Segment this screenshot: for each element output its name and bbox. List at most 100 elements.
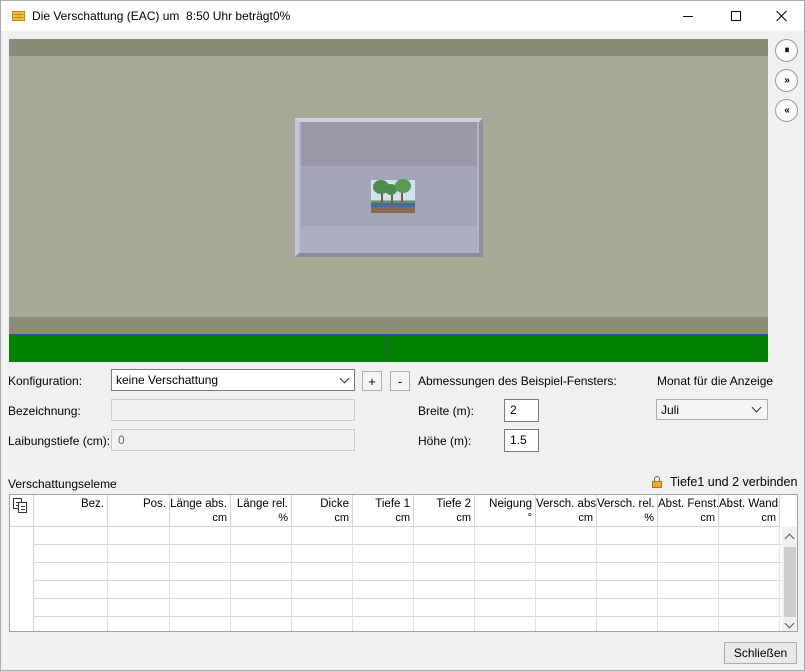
table-cell[interactable] xyxy=(597,617,658,631)
table-row[interactable] xyxy=(34,527,782,545)
scroll-thumb[interactable] xyxy=(784,547,796,617)
maximize-button[interactable] xyxy=(713,1,759,31)
table-cell[interactable] xyxy=(719,617,780,631)
table-row[interactable] xyxy=(34,599,782,617)
table-cell[interactable] xyxy=(475,599,536,617)
table-cell[interactable] xyxy=(414,545,475,563)
table-cell[interactable] xyxy=(108,563,170,581)
table-cell[interactable] xyxy=(170,545,231,563)
table-cell[interactable] xyxy=(34,599,108,617)
table-cell[interactable] xyxy=(353,599,414,617)
table-cell[interactable] xyxy=(108,527,170,545)
table-cell[interactable] xyxy=(597,545,658,563)
close-button[interactable]: Schließen xyxy=(724,642,797,664)
table-cell[interactable] xyxy=(353,545,414,563)
table-cell[interactable] xyxy=(719,545,780,563)
konfiguration-select[interactable]: keine Verschattung xyxy=(111,369,355,391)
copy-icon[interactable] xyxy=(13,498,29,514)
table-cell[interactable] xyxy=(414,581,475,599)
vertical-scrollbar[interactable] xyxy=(782,527,797,631)
fast-forward-button[interactable]: » xyxy=(775,69,798,92)
bezeichnung-field[interactable] xyxy=(111,399,355,421)
table-cell[interactable] xyxy=(108,599,170,617)
table-cell[interactable] xyxy=(170,581,231,599)
table-cell[interactable] xyxy=(292,545,353,563)
table-cell[interactable] xyxy=(658,563,719,581)
add-config-button[interactable]: + xyxy=(362,371,382,391)
table-cell[interactable] xyxy=(658,599,719,617)
table-cell[interactable] xyxy=(658,527,719,545)
table-cell[interactable] xyxy=(170,563,231,581)
table-cell[interactable] xyxy=(475,563,536,581)
table-cell[interactable] xyxy=(292,617,353,631)
table-cell[interactable] xyxy=(536,617,597,631)
table-cell[interactable] xyxy=(536,527,597,545)
table-cell[interactable] xyxy=(475,581,536,599)
table-cell[interactable] xyxy=(170,617,231,631)
table-cell[interactable] xyxy=(353,617,414,631)
table-cell[interactable] xyxy=(719,563,780,581)
table-cell[interactable] xyxy=(292,527,353,545)
table-cell[interactable] xyxy=(719,527,780,545)
table-cell[interactable] xyxy=(292,599,353,617)
table-cell[interactable] xyxy=(231,581,292,599)
breite-input[interactable]: 2 xyxy=(504,399,539,422)
column-header[interactable]: Dicke cm xyxy=(292,495,353,527)
shading-preview[interactable] xyxy=(9,39,768,362)
table-cell[interactable] xyxy=(34,563,108,581)
table-cell[interactable] xyxy=(475,545,536,563)
table-cell[interactable] xyxy=(597,527,658,545)
table-cell[interactable] xyxy=(170,599,231,617)
column-header[interactable]: Neigung ° xyxy=(475,495,536,527)
remove-config-button[interactable]: - xyxy=(390,371,410,391)
table-cell[interactable] xyxy=(658,617,719,631)
table-cell[interactable] xyxy=(108,545,170,563)
table-cell[interactable] xyxy=(597,563,658,581)
column-header[interactable]: Tiefe 1 cm xyxy=(353,495,414,527)
table-cell[interactable] xyxy=(231,527,292,545)
table-cell[interactable] xyxy=(34,581,108,599)
hoehe-input[interactable]: 1.5 xyxy=(504,429,539,452)
table-cell[interactable] xyxy=(536,599,597,617)
table-cell[interactable] xyxy=(231,599,292,617)
table-row[interactable] xyxy=(34,545,782,563)
table-cell[interactable] xyxy=(536,545,597,563)
column-header[interactable]: Länge abs. cm xyxy=(170,495,231,527)
table-cell[interactable] xyxy=(353,563,414,581)
laibungstiefe-field[interactable]: 0 xyxy=(111,429,355,451)
shading-elements-table[interactable]: Bez. Pos. Länge abs. cm Länge rel.% Dicke cm Ti… xyxy=(9,494,798,632)
timeline-marker[interactable] xyxy=(387,335,388,362)
table-cell[interactable] xyxy=(231,545,292,563)
table-cell[interactable] xyxy=(536,581,597,599)
table-cell[interactable] xyxy=(292,563,353,581)
table-row[interactable] xyxy=(34,563,782,581)
table-cell[interactable] xyxy=(658,581,719,599)
table-cell[interactable] xyxy=(231,617,292,631)
close-window-button[interactable] xyxy=(759,1,805,31)
table-cell[interactable] xyxy=(719,599,780,617)
column-header[interactable]: Tiefe 2 cm xyxy=(414,495,475,527)
table-cell[interactable] xyxy=(108,581,170,599)
column-header[interactable]: Versch. rel.% xyxy=(597,495,658,527)
table-cell[interactable] xyxy=(414,563,475,581)
table-cell[interactable] xyxy=(414,527,475,545)
table-cell[interactable] xyxy=(170,527,231,545)
table-cell[interactable] xyxy=(414,599,475,617)
table-cell[interactable] xyxy=(475,527,536,545)
table-cell[interactable] xyxy=(353,581,414,599)
table-cell[interactable] xyxy=(34,617,108,631)
minimize-button[interactable] xyxy=(665,1,711,31)
table-cell[interactable] xyxy=(34,545,108,563)
pause-button[interactable]: ⏸ xyxy=(775,39,798,62)
table-cell[interactable] xyxy=(231,563,292,581)
grid-corner[interactable] xyxy=(10,495,34,527)
table-cell[interactable] xyxy=(719,581,780,599)
table-row[interactable] xyxy=(34,581,782,599)
table-cell[interactable] xyxy=(34,527,108,545)
table-cell[interactable] xyxy=(597,599,658,617)
column-header[interactable]: Bez. xyxy=(34,495,108,527)
lock-icon[interactable] xyxy=(652,476,662,488)
sun-timeline-bar[interactable] xyxy=(9,335,768,362)
table-cell[interactable] xyxy=(597,581,658,599)
table-cell[interactable] xyxy=(475,617,536,631)
